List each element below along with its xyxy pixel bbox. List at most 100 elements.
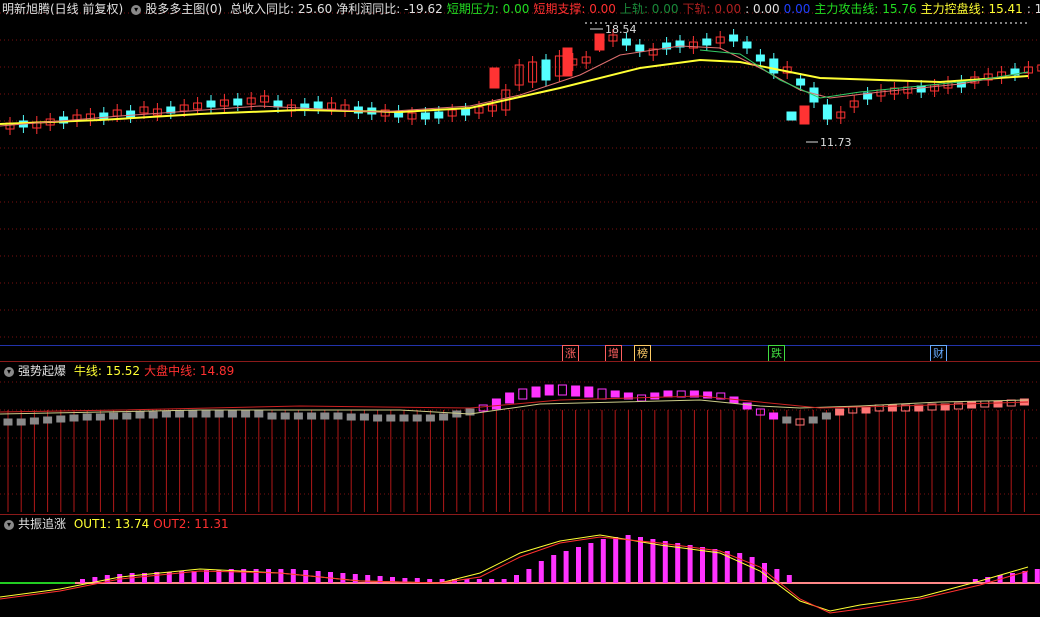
candle-body [562, 47, 573, 77]
strong-breakout-panel[interactable]: ▾ 强势起爆 牛线: 15.52 大盘中线: 14.89 [0, 362, 1040, 514]
signal-block [280, 412, 290, 420]
histogram-bar [551, 555, 557, 583]
indicator-value: 大盘中线: 14.89 [144, 364, 235, 378]
sub2-header: ▾ 共振追涨 OUT1: 13.74 OUT2: 11.31 [0, 515, 237, 533]
signal-block [518, 388, 528, 400]
panel-divider-1 [0, 345, 1040, 346]
signal-block [742, 402, 752, 410]
histogram-bar [638, 537, 643, 583]
signal-block [359, 413, 369, 421]
indicator-value: 总收入同比: 25.60 [230, 2, 333, 16]
indicator-value: 主力攻击线: 15.76 [814, 2, 917, 16]
indicator-value: 短期支撑: 0.00 [533, 2, 616, 16]
histogram-bar [340, 573, 346, 583]
indicator-value: OUT1: 13.74 [73, 517, 150, 531]
histogram-bar [501, 579, 507, 583]
candle-body [796, 78, 806, 86]
histogram-bar [204, 570, 209, 583]
candle-body [434, 111, 444, 119]
signal-block [821, 412, 831, 420]
histogram-bar [191, 571, 197, 583]
signal-block [993, 400, 1003, 408]
signal-block [808, 416, 818, 424]
signal-block [544, 384, 554, 396]
signal-block [56, 415, 66, 423]
candle-body [313, 101, 323, 109]
strong-breakout-chart[interactable] [0, 362, 1040, 514]
candle-body [742, 41, 752, 49]
event-marker[interactable]: 跌 [768, 345, 785, 361]
signal-block [82, 413, 92, 421]
signal-block [333, 412, 343, 420]
signal-block [95, 413, 105, 421]
event-marker[interactable]: 涨 [562, 345, 579, 361]
event-marker[interactable]: 增 [605, 345, 622, 361]
attack-line [699, 49, 1029, 99]
signal-block [835, 408, 845, 416]
histogram-bar [576, 547, 581, 583]
signal-block [267, 412, 277, 420]
indicator-value: 净利润同比: -19.62 [336, 2, 443, 16]
signal-block [16, 418, 26, 426]
signal-block [452, 410, 462, 418]
candle-body [786, 111, 797, 121]
signal-block [531, 386, 541, 398]
histogram-bar [538, 561, 544, 583]
signal-block [161, 410, 171, 418]
signal-block [43, 416, 53, 424]
signal-block [29, 417, 39, 425]
indicator-value: : 0.00 [745, 2, 780, 16]
event-marker[interactable]: 财 [930, 345, 947, 361]
signal-block [769, 412, 779, 420]
candle-body [621, 38, 631, 46]
candle-body [206, 100, 216, 108]
low-price-label: 11.73 [820, 136, 852, 149]
signal-block [293, 412, 303, 420]
indicator-value: : 15.76 [1026, 2, 1040, 16]
histogram-bar [489, 579, 495, 583]
histogram-bar [675, 543, 681, 583]
main-chart-panel[interactable]: 明新旭腾(日线 前复权) ▾ 股多多主图(0) 总收入同比: 25.60 净利润同比:… [0, 0, 1040, 345]
signal-block [201, 410, 211, 418]
candlestick-chart[interactable]: 18.54 11.73 [0, 0, 1040, 345]
signal-block [386, 414, 396, 422]
sub1-header: ▾ 强势起爆 牛线: 15.52 大盘中线: 14.89 [0, 362, 242, 380]
sub2-title[interactable]: 共振追涨 [18, 517, 66, 531]
resonance-panel[interactable]: ▾ 共振追涨 OUT1: 13.74 OUT2: 11.31 [0, 515, 1040, 617]
histogram-bar [650, 539, 656, 583]
signal-block [3, 418, 13, 426]
candle-body [594, 33, 605, 51]
event-marker[interactable]: 榜 [634, 345, 651, 361]
indicator-value: 0.00 [783, 2, 811, 16]
histogram-bar [476, 579, 482, 583]
histogram-bar [600, 539, 606, 583]
candle-body [233, 98, 243, 106]
indicator-value: 短期压力: 0.00 [446, 2, 530, 16]
signal-block [320, 412, 330, 420]
histogram-bar [278, 569, 284, 583]
signal-block [557, 384, 567, 396]
histogram-bar [514, 575, 519, 583]
histogram-bar [365, 575, 371, 583]
signal-block [227, 410, 237, 418]
signal-block [439, 413, 449, 421]
candle-body [489, 67, 500, 89]
signal-block [399, 414, 409, 422]
indicator-menu-icon[interactable]: ▾ [131, 4, 142, 15]
signal-block [175, 410, 185, 418]
out1-line [0, 534, 1029, 612]
sub1-title[interactable]: 强势起爆 [18, 364, 66, 378]
indicator-name[interactable]: 股多多主图(0) [145, 2, 222, 16]
indicator-menu-icon[interactable]: ▾ [4, 366, 14, 377]
signal-block [597, 388, 607, 400]
signal-block [241, 410, 251, 418]
indicator-value: 牛线: 15.52 [73, 364, 141, 378]
sub1-values: 牛线: 15.52 大盘中线: 14.89 [74, 364, 238, 378]
histogram-bar [1034, 569, 1040, 583]
high-price-label: 18.54 [605, 23, 637, 36]
histogram-bar [563, 551, 569, 583]
candle-body [273, 100, 283, 108]
indicator-menu-icon[interactable]: ▾ [4, 519, 14, 530]
indicator-value: 上轨: 0.00 [619, 2, 679, 16]
candle-body [729, 34, 739, 42]
